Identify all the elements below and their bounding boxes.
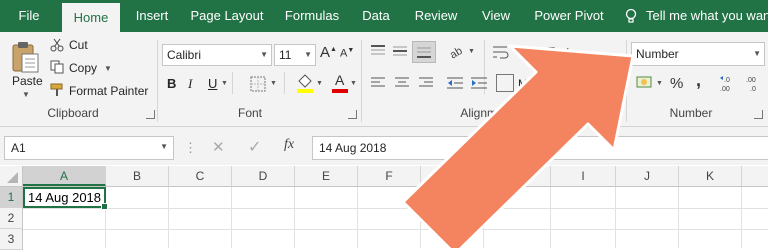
annotation-arrow bbox=[401, 44, 635, 248]
